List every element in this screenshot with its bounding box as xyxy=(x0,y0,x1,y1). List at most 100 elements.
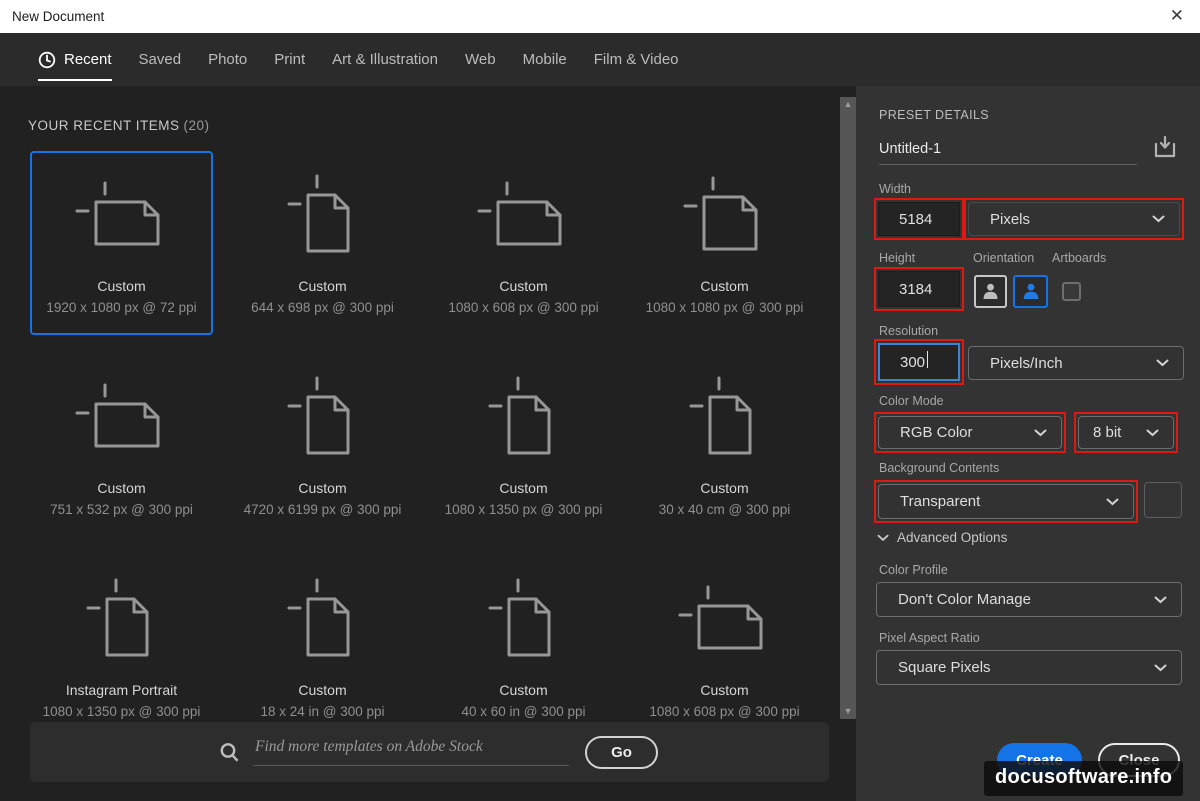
document-preset-icon xyxy=(488,578,550,657)
color-mode-dropdown[interactable]: RGB Color xyxy=(878,416,1062,449)
resolution-unit-dropdown[interactable]: Pixels/Inch xyxy=(968,346,1184,380)
card-icon-wrap xyxy=(677,161,773,275)
recent-item-card[interactable]: Custom 751 x 532 px @ 300 ppi xyxy=(30,353,213,537)
tab-label: Web xyxy=(465,51,496,68)
orientation-label: Orientation xyxy=(973,251,1035,265)
artboards-checkbox[interactable] xyxy=(1062,282,1081,301)
advanced-options-label: Advanced Options xyxy=(897,530,1008,545)
vertical-scrollbar[interactable]: ▲ ▼ xyxy=(840,97,856,719)
card-icon-wrap xyxy=(74,565,170,679)
dialog-title: New Document xyxy=(12,9,105,24)
card-name: Custom xyxy=(499,278,548,294)
width-label: Width xyxy=(879,182,911,196)
recent-panel: YOUR RECENT ITEMS (20) Custom 1920 x 1080 … xyxy=(0,86,856,801)
card-size: 1920 x 1080 px @ 72 ppi xyxy=(46,300,197,315)
card-name: Custom xyxy=(298,682,347,698)
card-name: Custom xyxy=(499,480,548,496)
orientation-portrait-button[interactable] xyxy=(974,275,1007,308)
tab-label: Art & Illustration xyxy=(332,51,438,68)
save-preset-button[interactable] xyxy=(1150,133,1180,163)
card-size: 1080 x 1080 px @ 300 ppi xyxy=(645,300,804,315)
landscape-person-icon xyxy=(1023,283,1038,299)
tab-recent[interactable]: Recent xyxy=(38,33,112,86)
tab-photo[interactable]: Photo xyxy=(208,33,247,86)
stock-search-input[interactable] xyxy=(253,738,569,766)
card-size: 30 x 40 cm @ 300 ppi xyxy=(658,502,791,517)
tab-bar: Recent Saved Photo Print Art & Illustration W… xyxy=(0,33,1200,86)
chevron-down-icon xyxy=(1034,429,1047,436)
card-name: Custom xyxy=(298,278,347,294)
width-input[interactable] xyxy=(878,202,960,236)
document-name-field[interactable] xyxy=(879,134,1137,165)
orientation-landscape-button[interactable] xyxy=(1013,275,1048,308)
recent-item-card[interactable]: Custom 18 x 24 in @ 300 ppi xyxy=(231,555,414,739)
resolution-highlight-box xyxy=(874,339,964,385)
recent-item-card[interactable]: Custom 4720 x 6199 px @ 300 ppi xyxy=(231,353,414,537)
tab-web[interactable]: Web xyxy=(465,33,496,86)
document-preset-icon xyxy=(86,578,148,657)
recent-item-card[interactable]: Custom 30 x 40 cm @ 300 ppi xyxy=(633,353,816,537)
adobe-stock-search-bar: Go xyxy=(30,722,829,782)
color-profile-dropdown[interactable]: Don't Color Manage xyxy=(876,582,1182,617)
document-preset-icon xyxy=(75,383,159,448)
card-size: 751 x 532 px @ 300 ppi xyxy=(50,502,193,517)
tab-label: Recent xyxy=(64,51,112,68)
document-preset-icon xyxy=(678,585,762,650)
pixel-aspect-ratio-dropdown[interactable]: Square Pixels xyxy=(876,650,1182,685)
height-input[interactable] xyxy=(878,271,960,307)
card-name: Instagram Portrait xyxy=(65,682,178,698)
color-profile-label: Color Profile xyxy=(879,563,948,577)
scroll-down-icon[interactable]: ▼ xyxy=(840,706,856,716)
background-color-swatch[interactable] xyxy=(1144,482,1182,518)
recent-item-card[interactable]: Custom 1920 x 1080 px @ 72 ppi xyxy=(30,151,213,335)
card-size: 644 x 698 px @ 300 ppi xyxy=(251,300,394,315)
go-button[interactable]: Go xyxy=(585,735,658,769)
recent-item-card[interactable]: Custom 1080 x 608 px @ 300 ppi xyxy=(633,555,816,739)
bit-depth-value: 8 bit xyxy=(1093,424,1122,441)
tab-film-video[interactable]: Film & Video xyxy=(594,33,679,86)
document-preset-icon xyxy=(287,174,349,253)
card-name: Custom xyxy=(700,480,749,496)
card-name: Custom xyxy=(298,480,347,496)
document-preset-icon xyxy=(488,376,550,455)
recent-item-card[interactable]: Custom 1080 x 1080 px @ 300 ppi xyxy=(633,151,816,335)
tab-saved[interactable]: Saved xyxy=(139,33,182,86)
resolution-unit-value: Pixels/Inch xyxy=(990,354,1063,372)
width-unit-value: Pixels xyxy=(990,210,1031,228)
preset-details-panel: PRESET DETAILS Width Pixels Height Orien… xyxy=(856,86,1200,801)
clock-icon xyxy=(38,51,56,68)
card-icon-wrap xyxy=(476,161,572,275)
recent-item-card[interactable]: Instagram Portrait 1080 x 1350 px @ 300 p… xyxy=(30,555,213,739)
card-name: Custom xyxy=(499,682,548,698)
tab-print[interactable]: Print xyxy=(274,33,305,86)
tab-mobile[interactable]: Mobile xyxy=(523,33,567,86)
width-highlight-box xyxy=(874,198,964,240)
card-size: 1080 x 1350 px @ 300 ppi xyxy=(444,502,603,517)
bit-depth-dropdown[interactable]: 8 bit xyxy=(1078,416,1174,449)
close-icon[interactable]: ✕ xyxy=(1170,5,1184,27)
dialog-body: YOUR RECENT ITEMS (20) Custom 1920 x 1080 … xyxy=(0,86,1200,801)
recent-item-card[interactable]: Custom 1080 x 608 px @ 300 ppi xyxy=(432,151,615,335)
tab-art-illustration[interactable]: Art & Illustration xyxy=(332,33,438,86)
card-icon-wrap xyxy=(74,161,170,275)
chevron-down-icon xyxy=(1154,596,1167,603)
save-preset-icon xyxy=(1154,135,1176,157)
document-preset-icon xyxy=(287,578,349,657)
card-name: Custom xyxy=(97,480,146,496)
card-name: Custom xyxy=(700,682,749,698)
card-size: 18 x 24 in @ 300 ppi xyxy=(260,704,385,719)
resolution-input[interactable] xyxy=(878,343,960,381)
background-contents-value: Transparent xyxy=(900,493,981,510)
background-contents-dropdown[interactable]: Transparent xyxy=(878,484,1134,519)
scroll-up-icon[interactable]: ▲ xyxy=(840,99,856,109)
chevron-down-icon xyxy=(1152,215,1165,223)
portrait-person-icon xyxy=(983,283,998,299)
recent-item-card[interactable]: Custom 1080 x 1350 px @ 300 ppi xyxy=(432,353,615,537)
width-unit-dropdown[interactable]: Pixels xyxy=(968,202,1180,236)
recent-item-card[interactable]: Custom 40 x 60 in @ 300 ppi xyxy=(432,555,615,739)
advanced-options-toggle[interactable]: Advanced Options xyxy=(877,530,1007,545)
recent-item-card[interactable]: Custom 644 x 698 px @ 300 ppi xyxy=(231,151,414,335)
document-preset-icon xyxy=(689,376,751,455)
tab-label: Saved xyxy=(138,51,182,68)
card-name: Custom xyxy=(700,278,749,294)
